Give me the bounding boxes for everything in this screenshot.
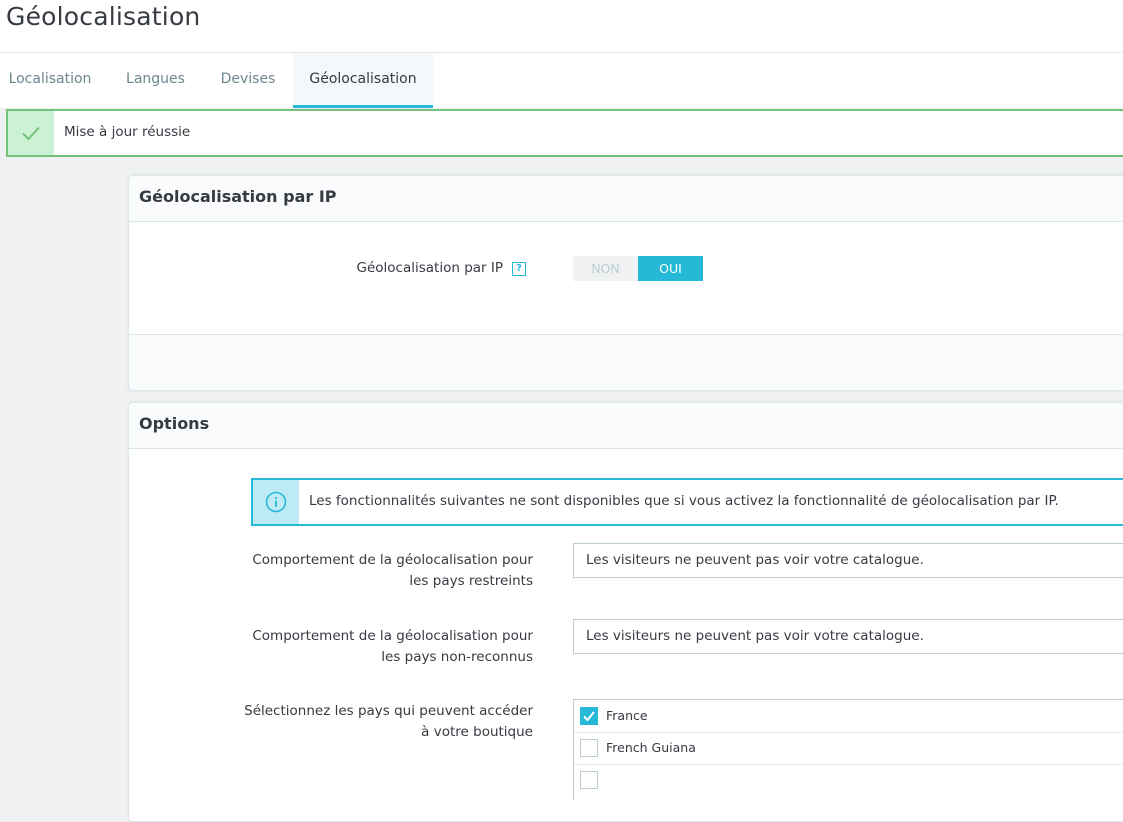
page-title: Géolocalisation [6,2,201,31]
options-panel: Options Les fonctionnalités suivantes ne… [128,402,1123,822]
page-header: Géolocalisation Localisation Langues Dev… [0,0,1123,108]
country-checkbox[interactable] [580,771,598,789]
country-name: France [606,708,648,723]
country-checkbox[interactable] [580,707,598,725]
alert-message: Mise à jour réussie [64,124,191,140]
tab-geolocalisation[interactable]: Géolocalisation [293,53,433,108]
panel-title: Géolocalisation par IP [139,187,337,206]
tab-langues[interactable]: Langues [108,53,203,108]
label-line: à votre boutique [421,724,533,740]
restricted-behavior-label: Comportement de la géolocalisation pour … [189,550,533,592]
label-line: les pays non-reconnus [381,649,533,665]
allowed-countries-label: Sélectionnez les pays qui peuvent accéde… [189,701,533,743]
restricted-behavior-select[interactable]: Les visiteurs ne peuvent pas voir votre … [573,543,1123,578]
ip-geolocation-panel: Géolocalisation par IP Géolocalisation p… [128,175,1123,391]
panel-title: Options [139,414,210,433]
country-row-french-guiana[interactable]: French Guiana [574,732,1123,765]
switch-option-oui[interactable]: OUI [638,256,703,281]
unrecognized-behavior-label: Comportement de la géolocalisation pour … [189,626,533,668]
tab-localisation[interactable]: Localisation [0,53,100,108]
help-icon[interactable]: ? [512,262,526,276]
country-name: French Guiana [606,740,696,755]
ip-geolocation-switch[interactable]: NON OUI [573,256,703,281]
label-line: les pays restreints [409,573,533,589]
success-alert: Mise à jour réussie [6,109,1123,157]
switch-option-non[interactable]: NON [573,256,638,281]
check-icon [22,126,40,141]
panel-header: Géolocalisation par IP [129,176,1123,222]
label-line: Comportement de la géolocalisation pour [252,552,533,568]
info-icon [265,491,287,513]
unrecognized-behavior-select[interactable]: Les visiteurs ne peuvent pas voir votre … [573,619,1123,654]
alert-icon-container [8,111,54,155]
info-icon-container [253,480,299,524]
ip-geolocation-label: Géolocalisation par IP [356,260,504,276]
panel-footer [129,334,1123,390]
checkmark-icon [583,711,595,722]
panel-header: Options [129,403,1123,449]
info-message: Les fonctionnalités suivantes ne sont di… [309,493,1059,509]
tab-devises[interactable]: Devises [203,53,293,108]
info-alert: Les fonctionnalités suivantes ne sont di… [251,478,1123,526]
country-checklist[interactable]: France French Guiana [573,699,1123,800]
country-row-partial[interactable] [574,764,1123,796]
country-row-france[interactable]: France [574,700,1123,733]
label-line: Comportement de la géolocalisation pour [252,628,533,644]
country-checkbox[interactable] [580,739,598,757]
label-line: Sélectionnez les pays qui peuvent accéde… [244,703,533,719]
